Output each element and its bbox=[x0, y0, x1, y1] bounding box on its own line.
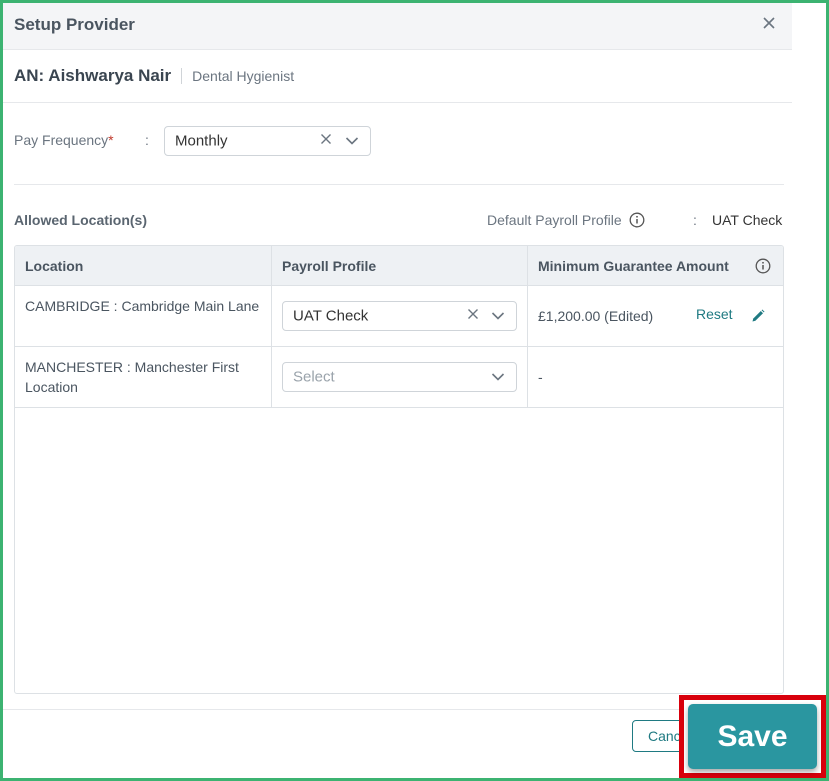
table-row: CAMBRIDGE : Cambridge Main Lane UAT Chec… bbox=[15, 286, 783, 347]
info-icon[interactable] bbox=[755, 258, 771, 274]
pay-frequency-value: Monthly bbox=[175, 132, 228, 150]
info-icon[interactable] bbox=[629, 212, 645, 228]
chevron-down-icon[interactable] bbox=[491, 372, 505, 382]
payroll-profile-value: UAT Check bbox=[293, 307, 369, 325]
default-payroll-profile-value: UAT Check bbox=[712, 212, 783, 228]
location-cell: CAMBRIDGE : Cambridge Main Lane bbox=[25, 298, 260, 314]
allowed-locations-title: Allowed Location(s) bbox=[14, 212, 147, 228]
dialog-title: Setup Provider bbox=[14, 15, 135, 34]
default-payroll-profile-label: Default Payroll Profile bbox=[487, 212, 645, 228]
clear-icon[interactable] bbox=[467, 307, 479, 325]
divider bbox=[181, 68, 183, 84]
pencil-icon[interactable] bbox=[750, 308, 766, 324]
provider-info: AN: Aishwarya Nair Dental Hygienist bbox=[14, 64, 294, 88]
clear-icon[interactable] bbox=[320, 132, 332, 150]
location-cell: MANCHESTER : Manchester First Location bbox=[25, 359, 239, 395]
column-header-minimum-guarantee: Minimum Guarantee Amount bbox=[538, 258, 729, 274]
dialog-header: Setup Provider bbox=[3, 3, 792, 50]
divider bbox=[3, 102, 792, 103]
pay-frequency-label: Pay Frequency* bbox=[14, 132, 114, 148]
table-row: MANCHESTER : Manchester First Location S… bbox=[15, 347, 783, 408]
save-button[interactable]: Save bbox=[688, 704, 817, 769]
column-header-location: Location bbox=[25, 258, 84, 274]
default-payroll-colon: : bbox=[693, 212, 697, 228]
chevron-down-icon[interactable] bbox=[345, 136, 359, 146]
column-header-payroll-profile: Payroll Profile bbox=[282, 258, 377, 274]
provider-role: Dental Hygienist bbox=[192, 68, 295, 84]
payroll-profile-select[interactable]: UAT Check bbox=[282, 301, 517, 331]
divider bbox=[3, 709, 792, 710]
locations-table: Location Payroll Profile Minimum Guarant… bbox=[14, 245, 784, 694]
close-icon[interactable] bbox=[761, 15, 777, 31]
pay-frequency-select[interactable]: Monthly bbox=[164, 126, 371, 156]
table-header: Location Payroll Profile Minimum Guarant… bbox=[15, 246, 783, 286]
required-mark: * bbox=[108, 132, 114, 148]
chevron-down-icon[interactable] bbox=[491, 311, 505, 321]
payroll-profile-placeholder: Select bbox=[293, 368, 335, 386]
amount-cell: £1,200.00 (Edited) bbox=[538, 308, 654, 324]
pay-frequency-colon: : bbox=[145, 132, 149, 148]
amount-cell: - bbox=[538, 369, 543, 385]
payroll-profile-select[interactable]: Select bbox=[282, 362, 517, 392]
provider-name: AN: Aishwarya Nair bbox=[14, 66, 172, 85]
reset-link[interactable]: Reset bbox=[696, 306, 733, 322]
divider bbox=[14, 184, 784, 185]
